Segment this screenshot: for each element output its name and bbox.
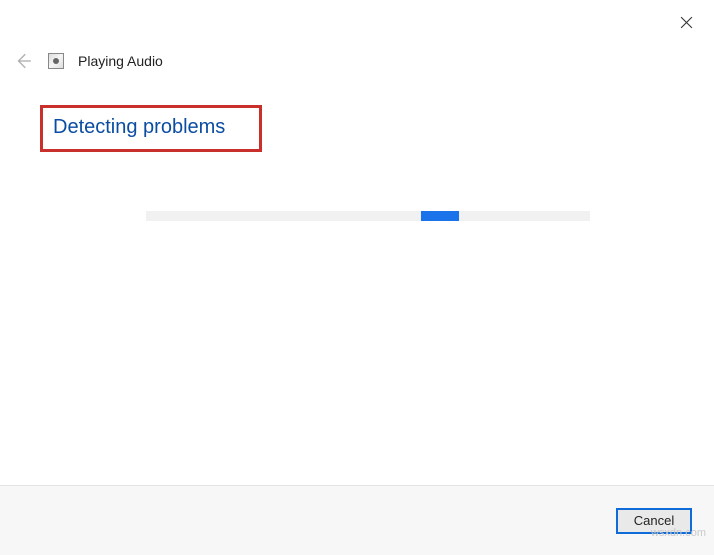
troubleshooter-icon: [48, 53, 64, 69]
watermark: wsxdn.com: [651, 527, 706, 539]
status-heading: Detecting problems: [53, 116, 225, 139]
highlighted-heading-box: Detecting problems: [40, 105, 262, 152]
dialog-title: Playing Audio: [78, 53, 163, 69]
dialog-footer: Cancel: [0, 485, 714, 555]
close-button[interactable]: [676, 12, 696, 32]
progress-indicator: [421, 211, 459, 221]
back-button[interactable]: [12, 50, 34, 72]
dialog-header: Playing Audio: [12, 50, 163, 72]
back-arrow-icon: [14, 52, 32, 70]
close-icon: [680, 16, 693, 29]
progress-bar: [146, 211, 590, 221]
